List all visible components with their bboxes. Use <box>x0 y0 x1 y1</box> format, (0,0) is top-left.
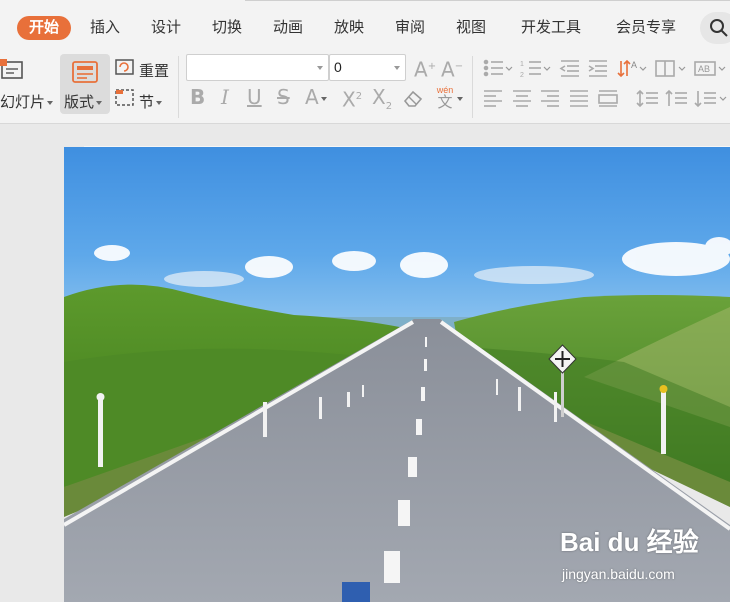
spacing-options-icon <box>694 91 716 108</box>
tab-slideshow[interactable]: 放映 <box>334 16 364 40</box>
tab-review[interactable]: 审阅 <box>395 16 425 40</box>
tab-insert[interactable]: 插入 <box>90 16 120 40</box>
increase-font-icon[interactable]: A+ <box>414 56 436 81</box>
reset-button[interactable]: 重置 <box>139 60 169 81</box>
underline-icon[interactable]: U <box>247 86 262 108</box>
align-left-icon <box>484 90 502 107</box>
font-size-value: 0 <box>334 59 342 75</box>
tab-view[interactable]: 视图 <box>456 16 486 40</box>
align-right-icon <box>541 90 559 107</box>
align-center-icon <box>513 90 531 107</box>
watermark-logo: Bai du 经验 <box>560 527 699 557</box>
tab-design[interactable]: 设计 <box>151 16 181 40</box>
alignment-tools-row <box>484 89 727 108</box>
new-slide-label: 幻灯片 <box>0 94 46 111</box>
svg-text:AB: AB <box>698 64 710 74</box>
distribute-icon <box>598 90 618 107</box>
paragraph-tools-row: 12 A AB <box>483 59 726 78</box>
svg-text:A: A <box>631 60 637 70</box>
subscript-icon[interactable]: X2 <box>372 86 392 118</box>
section-icon[interactable] <box>115 88 135 108</box>
svg-text:1: 1 <box>520 61 524 68</box>
tab-member[interactable]: 会员专享 <box>616 16 676 40</box>
layout-icon <box>72 61 98 83</box>
decrease-font-icon[interactable]: A− <box>441 56 463 81</box>
paragraph-spacing-icon <box>665 89 687 106</box>
tab-developer[interactable]: 开发工具 <box>521 16 581 40</box>
menu-bar: 开始 插入 设计 切换 动画 放映 审阅 视图 开发工具 会员专享 <box>0 0 730 52</box>
decrease-indent-icon <box>559 60 579 77</box>
layout-label: 版式 <box>64 94 95 111</box>
chevron-down-icon[interactable] <box>457 97 463 101</box>
baidu-jingyan-watermark: Bai du 经验 jingyan.baidu.com <box>560 522 699 582</box>
search-icon <box>710 19 728 37</box>
watermark-url: jingyan.baidu.com <box>562 566 675 582</box>
tab-transition[interactable]: 切换 <box>212 16 242 40</box>
title-edge <box>245 0 730 4</box>
numbered-list-icon: 12 <box>520 61 541 78</box>
layout-button[interactable]: 版式 <box>60 54 110 114</box>
section-button[interactable]: 节 <box>139 91 163 112</box>
font-size-combo[interactable]: 0 <box>329 54 406 81</box>
font-color-icon[interactable]: A <box>305 86 327 108</box>
chevron-down-icon <box>394 66 400 70</box>
bullet-list-icon <box>483 59 503 77</box>
ribbon-separator <box>178 56 179 118</box>
italic-icon[interactable]: I <box>221 86 229 108</box>
ribbon-toolbar: 幻灯片 版式 重置 节 0 A+ A− B I U S A X2 X2 wén … <box>0 52 730 124</box>
search-button[interactable] <box>700 12 730 44</box>
new-slide-button[interactable]: 幻灯片 <box>0 91 54 112</box>
reset-icon[interactable] <box>115 58 135 78</box>
tab-home[interactable]: 开始 <box>17 16 72 40</box>
phonetic-char: 文 <box>437 94 453 111</box>
justify-icon <box>570 90 588 107</box>
phonetic-guide-button[interactable]: wén 文 <box>432 86 458 111</box>
tab-animation[interactable]: 动画 <box>273 16 303 40</box>
columns-icon <box>655 60 675 77</box>
increase-indent-icon <box>588 60 607 77</box>
bold-icon[interactable]: B <box>190 86 205 108</box>
new-slide-icon[interactable] <box>0 58 26 82</box>
font-name-combo[interactable] <box>186 54 329 81</box>
eraser-icon[interactable] <box>402 88 424 108</box>
svg-text:2: 2 <box>520 72 524 78</box>
line-spacing-icon <box>636 89 658 108</box>
strikethrough-icon[interactable]: S <box>277 86 290 108</box>
sort-icon <box>617 59 631 78</box>
chevron-down-icon <box>317 66 323 70</box>
superscript-icon[interactable]: X2 <box>342 86 362 111</box>
section-label: 节 <box>139 94 155 111</box>
ribbon-separator <box>472 56 473 118</box>
